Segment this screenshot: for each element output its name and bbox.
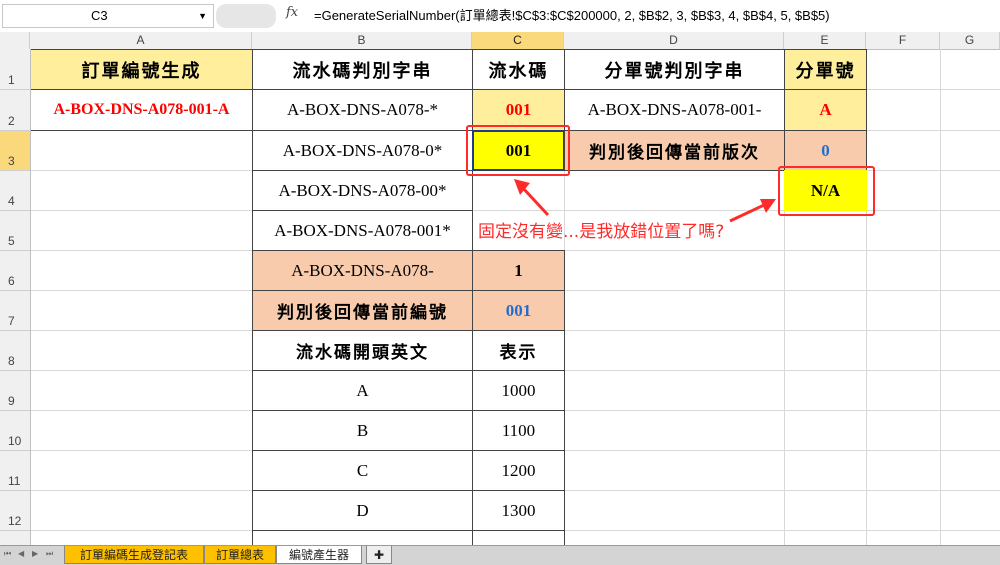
row-header-1[interactable]: 1 <box>0 49 30 90</box>
cell-b7[interactable]: 判別後回傳當前編號 <box>252 290 473 331</box>
cell-b5[interactable]: A-BOX-DNS-A078-001* <box>252 210 473 251</box>
row-header-7[interactable]: 7 <box>0 291 30 331</box>
row-header-9[interactable]: 9 <box>0 371 30 411</box>
row-header-5[interactable]: 5 <box>0 211 30 251</box>
column-header-e[interactable]: E <box>784 32 866 49</box>
tab-order-summary[interactable]: 訂單總表 <box>204 546 276 564</box>
formula-input[interactable]: =GenerateSerialNumber(訂單總表!$C$3:$C$20000… <box>314 0 830 32</box>
column-header-d[interactable]: D <box>564 32 784 49</box>
select-all-corner[interactable] <box>0 32 30 49</box>
row-header-4[interactable]: 4 <box>0 171 30 211</box>
row-header-3[interactable]: 3 <box>0 131 30 171</box>
prev-sheet-icon[interactable]: ◀ <box>18 549 24 558</box>
arrow-to-e4-icon <box>729 199 776 223</box>
arrow-to-c3-icon <box>514 179 550 217</box>
cell-e3[interactable]: 0 <box>784 130 867 171</box>
cell-c11[interactable]: 1200 <box>472 450 565 491</box>
highlight-box-c3 <box>466 125 570 176</box>
row-header-2[interactable]: 2 <box>0 90 30 131</box>
row-header-6[interactable]: 6 <box>0 251 30 291</box>
last-sheet-icon[interactable]: ⏭ <box>46 549 53 559</box>
cell-c7[interactable]: 001 <box>472 290 565 331</box>
cell-e2[interactable]: A <box>784 89 867 131</box>
cell-d1[interactable]: 分單號判別字串 <box>564 49 785 90</box>
row-header-10[interactable]: 10 <box>0 411 30 451</box>
chevron-down-icon[interactable]: ▼ <box>198 5 207 27</box>
name-box[interactable]: C3 ▼ <box>2 4 214 28</box>
row-header-11[interactable]: 11 <box>0 451 30 491</box>
name-box-value: C3 <box>91 8 108 23</box>
cell-c13[interactable] <box>472 530 565 545</box>
new-sheet-icon[interactable]: ✚ <box>366 546 392 564</box>
row-headers: 1 2 3 4 5 6 7 8 9 10 11 12 <box>0 49 31 545</box>
formula-bar: C3 ▼ fx =GenerateSerialNumber(訂單總表!$C$3:… <box>0 0 1000 33</box>
row-header-12[interactable]: 12 <box>0 491 30 531</box>
column-header-g[interactable]: G <box>940 32 1000 49</box>
cell-b1[interactable]: 流水碼判別字串 <box>252 49 473 90</box>
tab-order-register[interactable]: 訂單編碼生成登記表 <box>64 546 204 564</box>
column-header-c[interactable]: C <box>472 32 564 49</box>
cell-b11[interactable]: C <box>252 450 473 491</box>
cell-c8[interactable]: 表示 <box>472 330 565 371</box>
column-header-f[interactable]: F <box>866 32 940 49</box>
column-header-b[interactable]: B <box>252 32 472 49</box>
cell-b4[interactable]: A-BOX-DNS-A078-00* <box>252 170 473 211</box>
column-header-a[interactable]: A <box>30 32 252 49</box>
cell-c6[interactable]: 1 <box>472 250 565 291</box>
formula-bar-splitter[interactable] <box>216 4 276 28</box>
worksheet-grid[interactable]: 訂單編號生成 A-BOX-DNS-A078-001-A 流水碼判別字串 A-BO… <box>0 49 1000 545</box>
cell-c10[interactable]: 1100 <box>472 410 565 451</box>
cell-b6[interactable]: A-BOX-DNS-A078- <box>252 250 473 291</box>
cell-d3[interactable]: 判別後回傳當前版次 <box>564 130 785 171</box>
cell-c9[interactable]: 1000 <box>472 370 565 411</box>
cell-b9[interactable]: A <box>252 370 473 411</box>
annotation-text: 固定沒有變...是我放錯位置了嗎? <box>478 222 725 242</box>
tab-number-generator[interactable]: 編號產生器 <box>276 546 362 564</box>
sheet-tab-bar: ⏮ ◀ ▶ ⏭ 訂單編碼生成登記表 訂單總表 編號產生器 ✚ <box>0 545 1000 565</box>
cell-c12[interactable]: 1300 <box>472 490 565 531</box>
column-headers: A B C D E F G <box>0 32 1000 50</box>
first-sheet-icon[interactable]: ⏮ <box>4 549 11 559</box>
cell-b10[interactable]: B <box>252 410 473 451</box>
cell-d2[interactable]: A-BOX-DNS-A078-001- <box>564 89 785 131</box>
cell-c1[interactable]: 流水碼 <box>472 49 565 90</box>
cell-b3[interactable]: A-BOX-DNS-A078-0* <box>252 130 473 171</box>
cell-b13[interactable] <box>252 530 473 545</box>
cell-a2[interactable]: A-BOX-DNS-A078-001-A <box>30 89 253 131</box>
cell-b8[interactable]: 流水碼開頭英文 <box>252 330 473 371</box>
cell-b12[interactable]: D <box>252 490 473 531</box>
next-sheet-icon[interactable]: ▶ <box>32 549 38 558</box>
row-header-8[interactable]: 8 <box>0 331 30 371</box>
cell-e1[interactable]: 分單號 <box>784 49 867 90</box>
cell-a1[interactable]: 訂單編號生成 <box>30 49 253 90</box>
highlight-box-e4 <box>778 166 875 216</box>
cell-b2[interactable]: A-BOX-DNS-A078-* <box>252 89 473 131</box>
fx-icon[interactable]: fx <box>286 5 298 20</box>
